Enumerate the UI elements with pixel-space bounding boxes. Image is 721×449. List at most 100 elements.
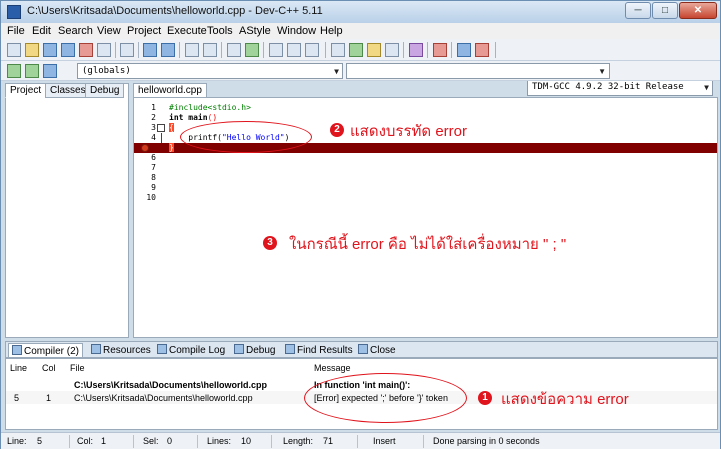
- result-file[interactable]: C:\Users\Kritsada\Documents\helloworld.c…: [74, 393, 253, 403]
- annotation-ellipse-error-line: [180, 121, 312, 153]
- scope-select-value: (globals): [82, 66, 131, 76]
- column-header-col: Col: [42, 363, 56, 373]
- chevron-down-icon: ▼: [334, 67, 339, 76]
- status-sel-value: 0: [167, 436, 173, 446]
- tab-find-results-label: Find Results: [297, 345, 353, 356]
- new-file-icon[interactable]: [7, 43, 21, 57]
- annotation-text-explanation: ในกรณีนี้ error คือ ไม่ได้ใส่เครื่องหมาย…: [289, 236, 567, 253]
- replace-icon[interactable]: [203, 43, 217, 57]
- fold-toggle-icon[interactable]: [157, 124, 165, 132]
- menu-bar: File Edit Search View Project Execute To…: [1, 23, 720, 39]
- close-file-icon[interactable]: [79, 43, 93, 57]
- paren: (): [207, 113, 218, 122]
- main-toolbar: TDM-GCC 4.9.2 32-bit Release ▼: [1, 39, 720, 96]
- ide-window: C:\Users\Kritsada\Documents\helloworld.c…: [0, 0, 721, 449]
- rebuild-all-icon[interactable]: [385, 43, 399, 57]
- status-col-label: Col:: [77, 436, 94, 446]
- column-header-message: Message: [314, 363, 351, 373]
- chevron-down-icon: ▼: [704, 83, 709, 92]
- menu-help[interactable]: Help: [320, 25, 343, 37]
- devcpp-app-icon: [7, 5, 21, 19]
- insert-code-icon[interactable]: [7, 64, 21, 78]
- code-line: 6: [134, 153, 717, 163]
- title-bar: C:\Users\Kritsada\Documents\helloworld.c…: [1, 1, 720, 23]
- tab-classes[interactable]: Classes: [45, 83, 91, 98]
- annotation-number-3: 3: [263, 236, 277, 250]
- save-all-icon[interactable]: [61, 43, 75, 57]
- annotation-number-2: 2: [330, 123, 344, 137]
- check-syntax-icon[interactable]: [409, 43, 423, 57]
- status-sel-label: Sel:: [143, 436, 159, 446]
- redo-icon[interactable]: [161, 43, 175, 57]
- maximize-button[interactable]: □: [652, 2, 678, 19]
- status-col-value: 1: [101, 436, 107, 446]
- find-icon[interactable]: [185, 43, 199, 57]
- tab-project[interactable]: Project: [5, 83, 47, 98]
- save-icon[interactable]: [43, 43, 57, 57]
- goto-declaration-icon[interactable]: [25, 64, 39, 78]
- result-file[interactable]: C:\Users\Kritsada\Documents\helloworld.c…: [74, 380, 267, 390]
- menu-edit[interactable]: Edit: [32, 25, 51, 37]
- open-file-icon[interactable]: [25, 43, 39, 57]
- tab-debug-output[interactable]: Debug: [231, 343, 278, 357]
- menu-search[interactable]: Search: [58, 25, 93, 37]
- indent-icon[interactable]: [245, 43, 259, 57]
- status-lines-value: 10: [241, 436, 252, 446]
- function-select[interactable]: ▼: [346, 63, 610, 79]
- tab-compiler[interactable]: Compiler (2): [8, 343, 84, 357]
- code-line: 7: [134, 163, 717, 173]
- annotation-text-error-line: แสดงบรรทัด error: [350, 123, 467, 140]
- tab-close[interactable]: Close: [355, 343, 399, 357]
- menu-file[interactable]: File: [7, 25, 25, 37]
- minimize-button[interactable]: ─: [625, 2, 651, 19]
- tab-debug[interactable]: Debug: [85, 83, 125, 98]
- code-text: {: [169, 123, 174, 133]
- compile-run-icon[interactable]: [367, 43, 381, 57]
- tab-close-label: Close: [370, 345, 396, 356]
- menu-execute[interactable]: Execute: [167, 25, 207, 37]
- bookmark-prev-icon[interactable]: [269, 43, 283, 57]
- class-toolbar: (globals) ▼ ▼: [1, 61, 720, 81]
- menu-tools[interactable]: Tools: [207, 25, 233, 37]
- menu-astyle[interactable]: AStyle: [239, 25, 271, 37]
- close-all-icon[interactable]: [97, 43, 111, 57]
- compile-icon[interactable]: [331, 43, 345, 57]
- menu-project[interactable]: Project: [127, 25, 161, 37]
- undo-icon[interactable]: [143, 43, 157, 57]
- tab-compile-log[interactable]: Compile Log: [154, 343, 228, 357]
- tab-resources-label: Resources: [103, 345, 151, 356]
- line-number: 6: [151, 153, 156, 162]
- code-text: int main(): [169, 113, 217, 123]
- function-name: main: [183, 113, 208, 122]
- goto-line-icon[interactable]: [227, 43, 241, 57]
- code-text: #include<stdio.h>: [169, 103, 251, 112]
- tab-compiler-label: Compiler (2): [24, 346, 80, 357]
- compiler-select-value: TDM-GCC 4.9.2 32-bit Release: [532, 82, 684, 92]
- keyword-int: int: [169, 113, 184, 122]
- compiler-select[interactable]: TDM-GCC 4.9.2 32-bit Release ▼: [527, 79, 713, 96]
- error-marker-icon: [141, 144, 149, 152]
- close-button[interactable]: ✕: [679, 2, 717, 19]
- compiler-grid-icon: [12, 345, 22, 355]
- editor-tab-helloworld[interactable]: helloworld.cpp: [133, 83, 207, 98]
- bookmark-next-icon[interactable]: [287, 43, 301, 57]
- debug-icon[interactable]: [475, 43, 489, 57]
- profile-chart-icon[interactable]: [457, 43, 471, 57]
- tab-find-results[interactable]: Find Results: [282, 343, 356, 357]
- scope-select[interactable]: (globals) ▼: [77, 63, 343, 79]
- resources-icon: [91, 344, 101, 354]
- run-icon[interactable]: [349, 43, 363, 57]
- line-number: 10: [146, 193, 156, 202]
- goto-definition-icon[interactable]: [43, 64, 57, 78]
- stop-execution-icon[interactable]: [433, 43, 447, 57]
- print-icon[interactable]: [120, 43, 134, 57]
- line-number: 4: [151, 133, 156, 142]
- menu-window[interactable]: Window: [277, 25, 316, 37]
- toggle-bookmark-icon[interactable]: [305, 43, 319, 57]
- tab-debug-output-label: Debug: [246, 345, 276, 356]
- tab-resources[interactable]: Resources: [88, 343, 154, 357]
- menu-view[interactable]: View: [97, 25, 121, 37]
- output-tabs: Compiler (2) Resources Compile Log Debug…: [5, 341, 718, 358]
- line-number: 3: [151, 123, 156, 132]
- line-number: 7: [151, 163, 156, 172]
